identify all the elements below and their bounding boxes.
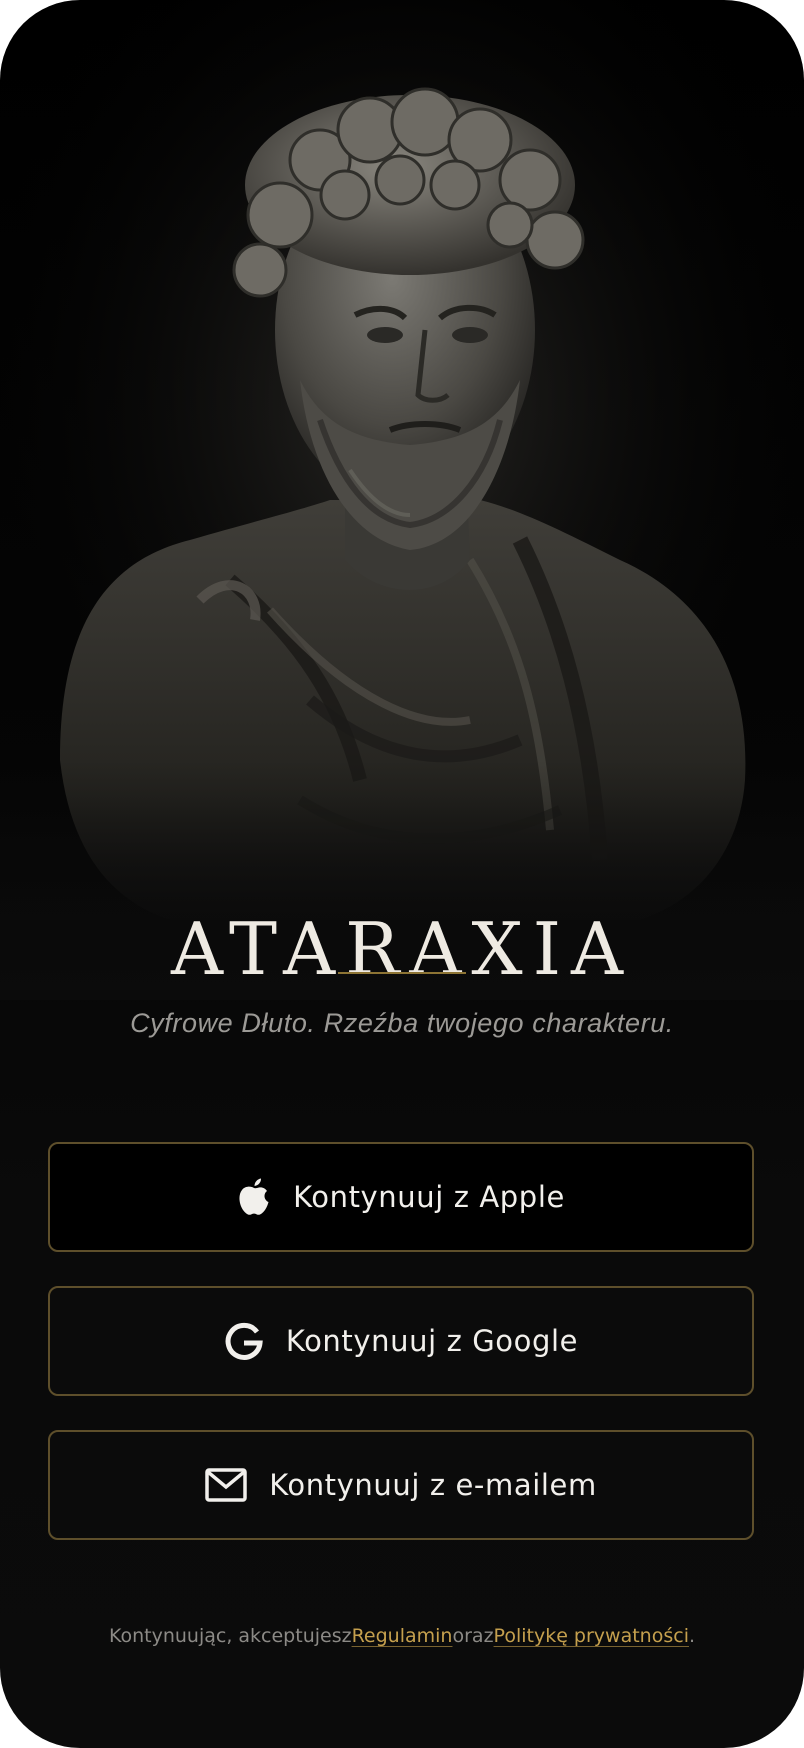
tagline: Cyfrowe Dłuto. Rzeźba twojego charakteru… [130, 1008, 674, 1038]
legal-notice: Kontynuując, akceptujeszRegulaminorazPol… [0, 1625, 804, 1647]
continue-with-apple-button[interactable]: Kontynuuj z Apple [48, 1142, 754, 1252]
google-button-label: Kontynuuj z Google [285, 1324, 579, 1358]
continue-with-google-button[interactable]: Kontynuuj z Google [48, 1286, 754, 1396]
title-divider [338, 972, 466, 974]
login-screen: ATARAXIA Cyfrowe Dłuto. Rzeźba twojego c… [0, 0, 804, 1748]
terms-link[interactable]: Regulamin [352, 1625, 453, 1647]
legal-suffix: . [688, 1625, 696, 1647]
hero-bust-image [0, 0, 804, 1000]
email-button-label: Kontynuuj z e-mailem [269, 1468, 597, 1502]
legal-prefix: Kontynuując, akceptujesz [108, 1625, 352, 1647]
privacy-policy-link[interactable]: Politykę prywatności [494, 1625, 689, 1647]
mail-icon [205, 1468, 247, 1502]
apple-icon [237, 1177, 271, 1217]
apple-button-label: Kontynuuj z Apple [293, 1180, 565, 1214]
continue-with-email-button[interactable]: Kontynuuj z e-mailem [48, 1430, 754, 1540]
app-title: ATARAXIA [170, 907, 634, 992]
legal-conjunction: oraz [452, 1625, 494, 1647]
google-icon [224, 1321, 264, 1361]
